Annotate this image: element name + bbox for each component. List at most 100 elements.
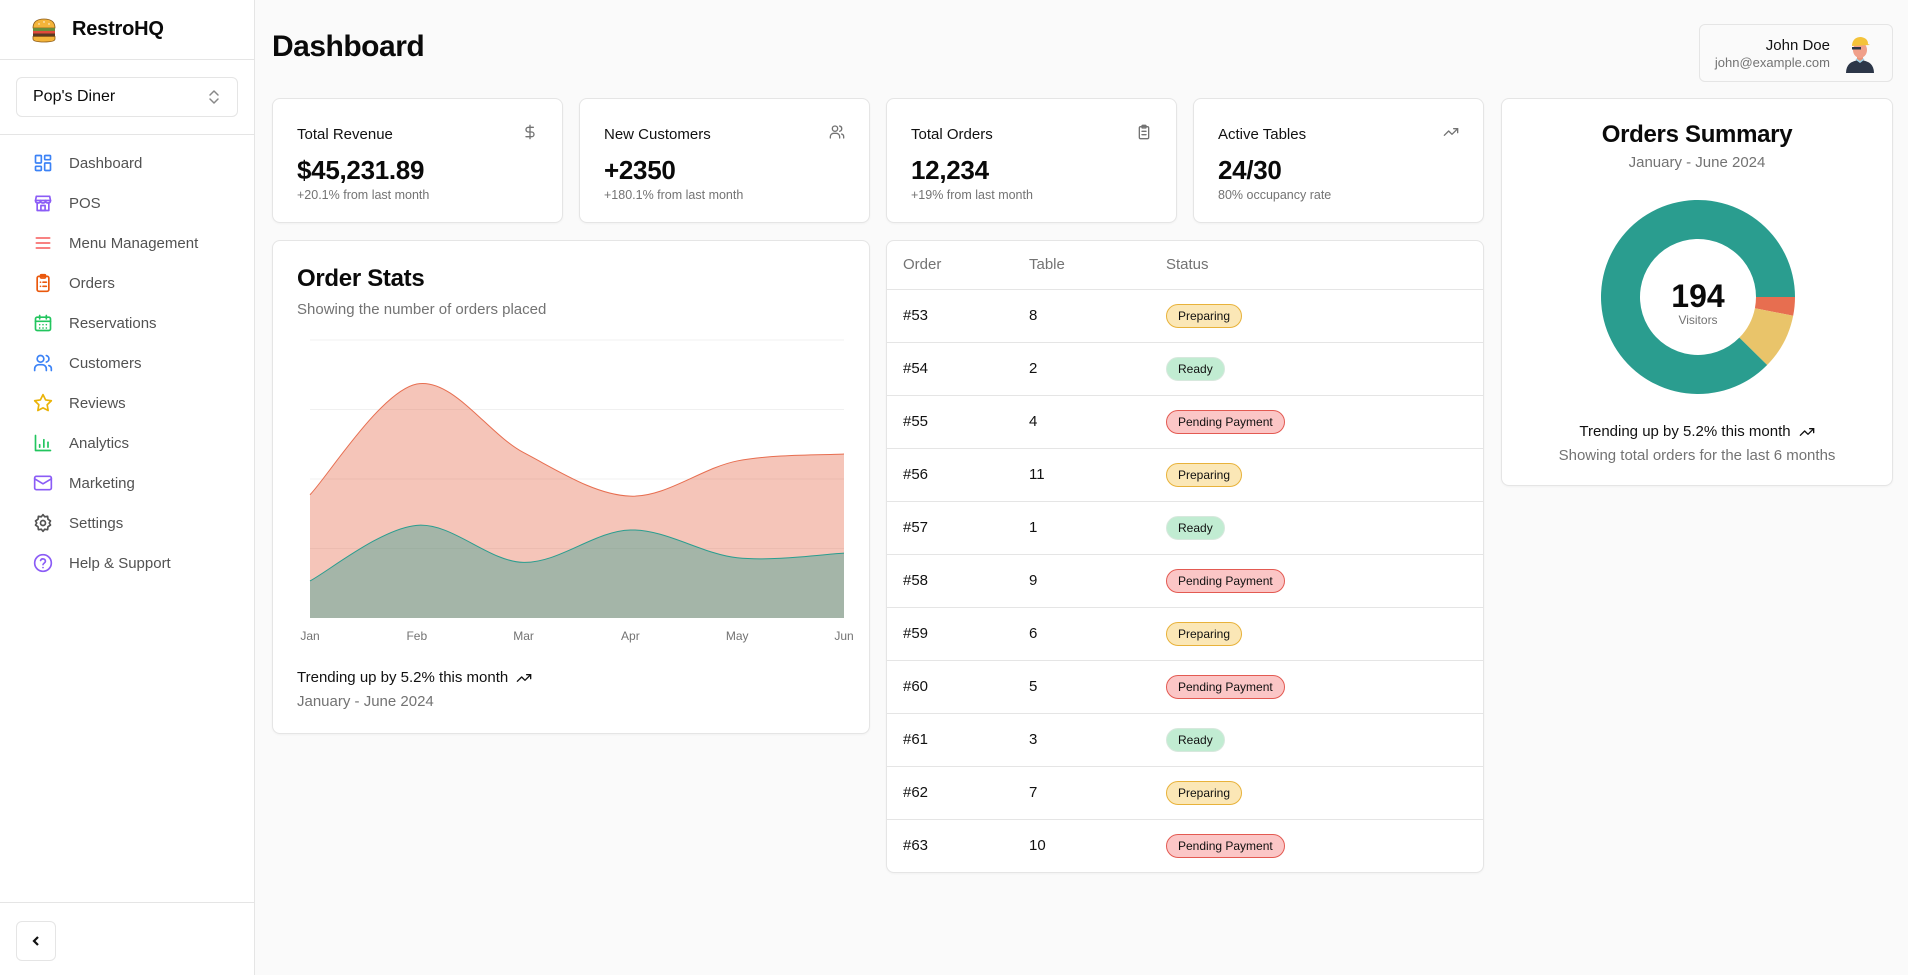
order-stats-card: Jan Feb Mar Apr May Jun Order Stats Showing t…	[272, 240, 870, 734]
trending-up-icon	[516, 673, 532, 682]
users-icon	[33, 354, 53, 372]
table-number: 9	[1029, 554, 1166, 608]
table-row[interactable]: #57 1 Ready	[887, 501, 1483, 555]
table-number: 11	[1029, 448, 1166, 502]
status-badge: Preparing	[1166, 621, 1243, 646]
order-id: #53	[887, 289, 1029, 343]
status-badge: Preparing	[1166, 303, 1243, 328]
order-id: #61	[887, 713, 1029, 767]
order-id: #57	[887, 501, 1029, 555]
table-number: 7	[1029, 766, 1166, 820]
table-row[interactable]: #63 10 Pending Payment	[887, 819, 1483, 872]
stat-value: +2350	[604, 155, 676, 185]
status-badge: Pending Payment	[1166, 833, 1285, 858]
table-number: 1	[1029, 501, 1166, 555]
chevron-left-icon	[32, 936, 39, 946]
sidebar-item-label: Orders	[69, 274, 115, 292]
trending-up-icon	[1443, 127, 1459, 136]
mail-icon	[33, 475, 53, 491]
x-tick-label: Jun	[834, 629, 853, 643]
avatar	[1846, 37, 1874, 73]
column-header-order[interactable]: Order	[887, 241, 1029, 290]
orders-summary-trend: Trending up by 5.2% this month	[1579, 423, 1791, 440]
order-id: #54	[887, 342, 1029, 396]
table-row[interactable]: #55 4 Pending Payment	[887, 395, 1483, 449]
table-row[interactable]: #54 2 Ready	[887, 342, 1483, 396]
stat-value: 12,234	[911, 155, 989, 185]
sidebar-item-reviews[interactable]: Reviews	[0, 383, 254, 423]
sidebar-item-label: Marketing	[69, 474, 135, 492]
order-id: #56	[887, 448, 1029, 502]
sidebar-item-label: Dashboard	[69, 154, 143, 172]
table-number: 5	[1029, 660, 1166, 714]
sidebar-item-pos[interactable]: POS	[0, 183, 254, 223]
stat-subtext: +20.1% from last month	[297, 188, 430, 202]
status-badge: Pending Payment	[1166, 409, 1285, 434]
brand-name: RestroHQ	[72, 18, 164, 40]
sidebar-footer	[0, 902, 254, 975]
dollar-icon	[525, 124, 535, 140]
help-circle-icon	[33, 553, 53, 573]
stat-label: New Customers	[604, 126, 711, 143]
sidebar-item-marketing[interactable]: Marketing	[0, 463, 254, 503]
table-number: 4	[1029, 395, 1166, 449]
table-number: 2	[1029, 342, 1166, 396]
status-badge: Pending Payment	[1166, 674, 1285, 699]
table-row[interactable]: #62 7 Preparing	[887, 766, 1483, 820]
venue-selector[interactable]: Pop's Diner	[16, 77, 238, 117]
stat-subtext: +19% from last month	[911, 188, 1033, 202]
star-icon	[33, 393, 53, 412]
user-menu[interactable]: John Doe john@example.com	[1699, 24, 1893, 82]
column-header-table[interactable]: Table	[1029, 241, 1166, 290]
collapse-sidebar-button[interactable]	[16, 921, 56, 961]
table-row[interactable]: #53 8 Preparing	[887, 289, 1483, 343]
sidebar-item-label: POS	[69, 194, 101, 212]
stat-label: Total Revenue	[297, 126, 393, 143]
sidebar-item-analytics[interactable]: Analytics	[0, 423, 254, 463]
stat-label: Total Orders	[911, 126, 993, 143]
sidebar-item-reservations[interactable]: Reservations	[0, 303, 254, 343]
sidebar-item-menu-management[interactable]: Menu Management	[0, 223, 254, 263]
stat-value: $45,231.89	[297, 155, 425, 185]
sidebar-item-orders[interactable]: Orders	[0, 263, 254, 303]
clipboard-list-icon	[36, 273, 50, 293]
order-id: #59	[887, 607, 1029, 661]
status-badge: Ready	[1166, 515, 1225, 540]
calendar-icon	[34, 314, 52, 332]
stat-subtext: +180.1% from last month	[604, 188, 744, 202]
table-header-row: Order Table Status	[887, 241, 1483, 290]
order-stats-trend: Trending up by 5.2% this month	[297, 669, 509, 686]
x-tick-label: Feb	[406, 629, 427, 643]
sidebar-item-settings[interactable]: Settings	[0, 503, 254, 543]
status-badge: Pending Payment	[1166, 568, 1285, 593]
sidebar-item-help-support[interactable]: Help & Support	[0, 543, 254, 583]
column-header-status[interactable]: Status	[1166, 241, 1483, 290]
orders-table: Order Table Status #53 8 Preparing #54 2 Read…	[887, 241, 1483, 872]
stat-subtext: 80% occupancy rate	[1218, 188, 1332, 202]
x-tick-label: Jan	[300, 629, 319, 643]
table-number: 6	[1029, 607, 1166, 661]
sidebar-item-customers[interactable]: Customers	[0, 343, 254, 383]
table-row[interactable]: #59 6 Preparing	[887, 607, 1483, 661]
orders-summary-card: 194 Visitors Orders Summary January - Jun…	[1501, 98, 1893, 486]
order-id: #55	[887, 395, 1029, 449]
table-row[interactable]: #56 11 Preparing	[887, 448, 1483, 502]
store-icon	[34, 195, 52, 212]
status-badge: Ready	[1166, 356, 1225, 381]
sidebar-item-dashboard[interactable]: Dashboard	[0, 143, 254, 183]
order-id: #58	[887, 554, 1029, 608]
chevrons-up-down-icon	[209, 90, 219, 104]
table-row[interactable]: #60 5 Pending Payment	[887, 660, 1483, 714]
stat-label: Active Tables	[1218, 126, 1307, 143]
layout-dashboard-icon	[34, 154, 52, 172]
table-row[interactable]: #61 3 Ready	[887, 713, 1483, 767]
brand[interactable]: RestroHQ	[0, 0, 254, 60]
stat-card-new-customers: New Customers +2350 +180.1% from last mo…	[579, 98, 870, 223]
orders-table-card: Order Table Status #53 8 Preparing #54 2 Read…	[886, 240, 1484, 873]
stat-card-active-tables: Active Tables 24/30 80% occupancy rate	[1193, 98, 1484, 223]
sidebar-item-label: Help & Support	[69, 554, 171, 572]
x-tick-label: Apr	[621, 629, 640, 643]
table-row[interactable]: #58 9 Pending Payment	[887, 554, 1483, 608]
stat-value: 24/30	[1218, 155, 1282, 185]
bar-chart-icon	[34, 434, 52, 452]
